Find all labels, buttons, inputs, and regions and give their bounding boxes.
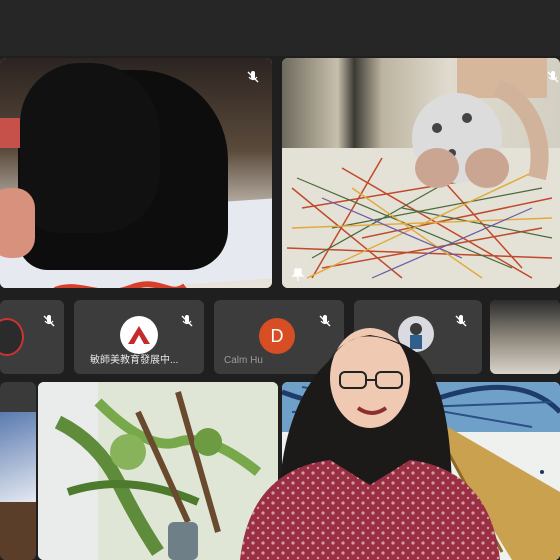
video-tile-painting[interactable]	[282, 58, 560, 288]
participant-name: 敏師美教育發展中...	[90, 355, 179, 366]
mic-off-icon	[180, 314, 194, 328]
top-bar	[0, 0, 560, 56]
mic-off-icon	[546, 70, 560, 84]
participant-tile-2[interactable]: 敏師美教育發展中...	[74, 300, 204, 374]
mic-off-icon	[42, 314, 56, 328]
organization-logo-icon	[128, 326, 150, 344]
video-tile-cat[interactable]	[0, 58, 272, 288]
cat-head	[20, 63, 160, 233]
video-content	[0, 502, 36, 560]
child-painting	[412, 58, 549, 188]
red-scribble	[53, 281, 187, 288]
red-marker	[0, 118, 20, 148]
child-hand	[0, 188, 35, 258]
participant-tile-1[interactable]	[0, 300, 64, 374]
speaker-video	[240, 328, 500, 560]
avatar	[0, 318, 24, 356]
mic-off-icon	[246, 70, 260, 84]
video-content	[0, 412, 36, 502]
avatar-logo	[120, 316, 158, 354]
pin-icon	[292, 268, 304, 281]
video-tile-edge[interactable]	[0, 382, 36, 560]
